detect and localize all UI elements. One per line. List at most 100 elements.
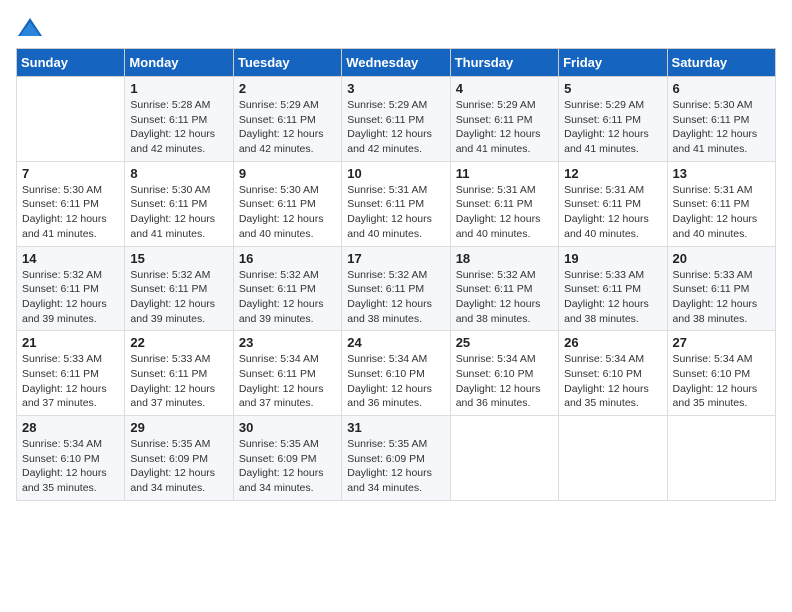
logo [16,16,48,40]
day-info: Sunrise: 5:31 AMSunset: 6:11 PMDaylight:… [564,183,661,242]
calendar-cell: 31Sunrise: 5:35 AMSunset: 6:09 PMDayligh… [342,416,450,501]
calendar-cell: 14Sunrise: 5:32 AMSunset: 6:11 PMDayligh… [17,246,125,331]
calendar-cell: 11Sunrise: 5:31 AMSunset: 6:11 PMDayligh… [450,161,558,246]
calendar-cell: 5Sunrise: 5:29 AMSunset: 6:11 PMDaylight… [559,77,667,162]
day-info: Sunrise: 5:31 AMSunset: 6:11 PMDaylight:… [456,183,553,242]
calendar-cell: 10 Sunrise: 5:31 AMSunset: 6:11 PMDayligh… [342,161,450,246]
day-number: 29 [130,420,227,435]
day-info: Sunrise: 5:34 AMSunset: 6:10 PMDaylight:… [673,352,770,411]
day-number: 28 [22,420,119,435]
calendar-cell: 21 Sunrise: 5:33 AMSunset: 6:11 PMDayligh… [17,331,125,416]
day-number: 10 [347,166,444,181]
calendar-cell: 7 Sunrise: 5:30 AMSunset: 6:11 PMDaylight… [17,161,125,246]
day-number: 23 [239,335,336,350]
day-info: Sunrise: 5:30 AMSunset: 6:11 PMDaylight:… [239,183,336,242]
calendar-cell: 2 Sunrise: 5:29 AMSunset: 6:11 PMDaylight… [233,77,341,162]
day-info: Sunrise: 5:33 AMSunset: 6:11 PMDaylight:… [130,352,227,411]
day-info: Sunrise: 5:29 AMSunset: 6:11 PMDaylight:… [564,98,661,157]
calendar-cell: 30Sunrise: 5:35 AMSunset: 6:09 PMDayligh… [233,416,341,501]
day-info: Sunrise: 5:28 AMSunset: 6:11 PMDaylight:… [130,98,227,157]
day-info: Sunrise: 5:31 AMSunset: 6:11 PMDaylight:… [347,183,444,242]
day-info: Sunrise: 5:35 AMSunset: 6:09 PMDaylight:… [239,437,336,496]
day-info: Sunrise: 5:34 AMSunset: 6:10 PMDaylight:… [564,352,661,411]
day-number: 21 [22,335,119,350]
day-info: Sunrise: 5:29 AMSunset: 6:11 PMDaylight:… [239,98,336,157]
week-row-3: 14 Sunrise: 5:32 AMSunset: 6:11 PMDayligh… [17,246,776,331]
day-number: 2 [239,81,336,96]
calendar-cell: 17Sunrise: 5:32 AMSunset: 6:11 PMDayligh… [342,246,450,331]
days-header-row: SundayMondayTuesdayWednesdayThursdayFrid… [17,49,776,77]
calendar-cell: 8Sunrise: 5:30 AMSunset: 6:11 PMDaylight… [125,161,233,246]
day-info: Sunrise: 5:29 AMSunset: 6:11 PMDaylight:… [456,98,553,157]
day-number: 15 [130,251,227,266]
day-number: 16 [239,251,336,266]
day-number: 6 [673,81,770,96]
calendar-cell: 3Sunrise: 5:29 AMSunset: 6:11 PMDaylight… [342,77,450,162]
page-header [16,16,776,40]
day-info: Sunrise: 5:33 AMSunset: 6:11 PMDaylight:… [22,352,119,411]
day-number: 7 [22,166,119,181]
day-info: Sunrise: 5:32 AMSunset: 6:11 PMDaylight:… [456,268,553,327]
calendar-cell: 1Sunrise: 5:28 AMSunset: 6:11 PMDaylight… [125,77,233,162]
day-info: Sunrise: 5:33 AMSunset: 6:11 PMDaylight:… [673,268,770,327]
day-info: Sunrise: 5:30 AMSunset: 6:11 PMDaylight:… [22,183,119,242]
calendar-cell: 9Sunrise: 5:30 AMSunset: 6:11 PMDaylight… [233,161,341,246]
day-info: Sunrise: 5:33 AMSunset: 6:11 PMDaylight:… [564,268,661,327]
day-number: 3 [347,81,444,96]
day-number: 24 [347,335,444,350]
day-header-tuesday: Tuesday [233,49,341,77]
day-header-friday: Friday [559,49,667,77]
day-info: Sunrise: 5:35 AMSunset: 6:09 PMDaylight:… [130,437,227,496]
day-number: 26 [564,335,661,350]
day-number: 25 [456,335,553,350]
week-row-4: 21 Sunrise: 5:33 AMSunset: 6:11 PMDayligh… [17,331,776,416]
day-number: 12 [564,166,661,181]
day-info: Sunrise: 5:31 AMSunset: 6:11 PMDaylight:… [673,183,770,242]
day-header-saturday: Saturday [667,49,775,77]
day-header-thursday: Thursday [450,49,558,77]
week-row-2: 7 Sunrise: 5:30 AMSunset: 6:11 PMDaylight… [17,161,776,246]
calendar-cell [667,416,775,501]
day-number: 13 [673,166,770,181]
day-number: 27 [673,335,770,350]
calendar-cell: 15 Sunrise: 5:32 AMSunset: 6:11 PMDayligh… [125,246,233,331]
calendar-cell: 26 Sunrise: 5:34 AMSunset: 6:10 PMDayligh… [559,331,667,416]
calendar-cell: 19 Sunrise: 5:33 AMSunset: 6:11 PMDayligh… [559,246,667,331]
calendar-table: SundayMondayTuesdayWednesdayThursdayFrid… [16,48,776,501]
calendar-cell: 13 Sunrise: 5:31 AMSunset: 6:11 PMDayligh… [667,161,775,246]
calendar-cell: 23 Sunrise: 5:34 AMSunset: 6:11 PMDayligh… [233,331,341,416]
day-header-wednesday: Wednesday [342,49,450,77]
calendar-cell: 29 Sunrise: 5:35 AMSunset: 6:09 PMDayligh… [125,416,233,501]
week-row-5: 28Sunrise: 5:34 AMSunset: 6:10 PMDayligh… [17,416,776,501]
calendar-cell: 12 Sunrise: 5:31 AMSunset: 6:11 PMDayligh… [559,161,667,246]
day-number: 20 [673,251,770,266]
day-info: Sunrise: 5:32 AMSunset: 6:11 PMDaylight:… [130,268,227,327]
day-number: 19 [564,251,661,266]
day-header-sunday: Sunday [17,49,125,77]
calendar-cell: 6 Sunrise: 5:30 AMSunset: 6:11 PMDaylight… [667,77,775,162]
day-info: Sunrise: 5:34 AMSunset: 6:11 PMDaylight:… [239,352,336,411]
day-header-monday: Monday [125,49,233,77]
calendar-cell: 20 Sunrise: 5:33 AMSunset: 6:11 PMDayligh… [667,246,775,331]
day-info: Sunrise: 5:34 AMSunset: 6:10 PMDaylight:… [347,352,444,411]
day-number: 18 [456,251,553,266]
calendar-cell [450,416,558,501]
day-info: Sunrise: 5:32 AMSunset: 6:11 PMDaylight:… [239,268,336,327]
day-info: Sunrise: 5:30 AMSunset: 6:11 PMDaylight:… [130,183,227,242]
calendar-cell [559,416,667,501]
logo-icon [16,16,44,40]
day-info: Sunrise: 5:30 AMSunset: 6:11 PMDaylight:… [673,98,770,157]
calendar-cell: 4 Sunrise: 5:29 AMSunset: 6:11 PMDaylight… [450,77,558,162]
day-info: Sunrise: 5:34 AMSunset: 6:10 PMDaylight:… [456,352,553,411]
day-number: 22 [130,335,227,350]
calendar-cell: 16 Sunrise: 5:32 AMSunset: 6:11 PMDayligh… [233,246,341,331]
calendar-cell: 22 Sunrise: 5:33 AMSunset: 6:11 PMDayligh… [125,331,233,416]
calendar-cell: 28Sunrise: 5:34 AMSunset: 6:10 PMDayligh… [17,416,125,501]
day-info: Sunrise: 5:35 AMSunset: 6:09 PMDaylight:… [347,437,444,496]
day-info: Sunrise: 5:32 AMSunset: 6:11 PMDaylight:… [347,268,444,327]
day-number: 14 [22,251,119,266]
day-number: 4 [456,81,553,96]
calendar-cell: 18 Sunrise: 5:32 AMSunset: 6:11 PMDayligh… [450,246,558,331]
calendar-cell: 25 Sunrise: 5:34 AMSunset: 6:10 PMDayligh… [450,331,558,416]
calendar-cell [17,77,125,162]
